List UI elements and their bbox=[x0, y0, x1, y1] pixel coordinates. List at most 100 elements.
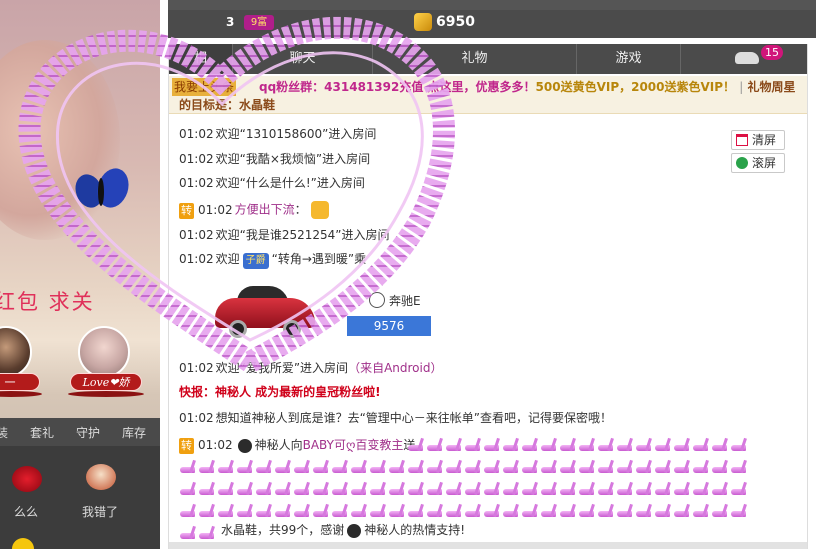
headline-tag[interactable]: 我要上头条 bbox=[172, 78, 237, 96]
crystal-shoe-icon bbox=[426, 480, 444, 498]
flash-news: 快报：神秘人 成为最新的皇冠粉丝啦! bbox=[179, 385, 381, 399]
butterfly-icon bbox=[70, 164, 134, 214]
kiss-gift-icon[interactable] bbox=[12, 466, 42, 492]
crystal-shoe-icon bbox=[350, 480, 368, 498]
crystal-shoe-icon bbox=[179, 502, 197, 520]
crystal-shoe-icon bbox=[369, 480, 387, 498]
crystal-shoe-icon bbox=[236, 480, 254, 498]
vip-promo-text: 500送黄色VIP，2000送紫色VIP！ bbox=[535, 80, 736, 94]
tab-inventory[interactable]: 库存 bbox=[122, 424, 146, 441]
crystal-shoe-icon bbox=[407, 480, 425, 498]
crystal-shoe-icon bbox=[369, 458, 387, 476]
crystal-shoe-icon bbox=[692, 480, 710, 498]
tab-guard[interactable]: 守护 bbox=[76, 424, 100, 441]
spy-icon bbox=[237, 438, 252, 453]
crystal-shoe-icon bbox=[350, 502, 368, 520]
user-name[interactable]: “1310158600” bbox=[240, 127, 329, 141]
crystal-shoe-icon bbox=[217, 458, 235, 476]
crystal-shoe-icon bbox=[179, 480, 197, 498]
crystal-shoe-icon bbox=[179, 458, 197, 476]
crystal-shoe-icon bbox=[198, 480, 216, 498]
crystal-shoe-icon bbox=[654, 480, 672, 498]
qq-group-text[interactable]: qq粉丝群：431481392充值 点这里，优惠多多！ bbox=[259, 80, 536, 94]
list-item: 转 01:02 神秘人向BABY可ღ百变教主送 bbox=[179, 438, 416, 454]
crystal-shoe-icon bbox=[578, 458, 596, 476]
left-tab-bar: 装 套礼 守护 库存 bbox=[0, 418, 160, 446]
avatar[interactable] bbox=[78, 326, 130, 378]
avatar[interactable] bbox=[0, 326, 32, 378]
check-icon bbox=[736, 157, 748, 169]
crystal-shoe-icon bbox=[312, 502, 330, 520]
user-name[interactable]: BABY可ღ百变教主 bbox=[303, 438, 404, 452]
user-name[interactable]: “我是谁2521254” bbox=[240, 228, 342, 242]
crystal-shoe-icon bbox=[483, 458, 501, 476]
user-name[interactable]: “什么是什么!” bbox=[240, 176, 317, 190]
crystal-shoe-icon bbox=[445, 502, 463, 520]
user-name[interactable]: “爱我所爱” bbox=[240, 361, 300, 375]
auto-scroll-button[interactable]: 滚屏 bbox=[731, 153, 785, 173]
crystal-shoe-icon bbox=[635, 480, 653, 498]
crystal-shoe-icon bbox=[597, 436, 615, 454]
crystal-shoe-icon bbox=[502, 436, 520, 454]
crystal-shoe-icon bbox=[673, 502, 691, 520]
crystal-shoe-icon bbox=[730, 480, 748, 498]
rank-score: 6950 bbox=[436, 14, 475, 30]
tab-car[interactable]: 15 bbox=[681, 44, 807, 74]
tab-chat[interactable]: 聊天 bbox=[233, 44, 373, 74]
coin-icon bbox=[414, 13, 432, 31]
clear-screen-label: 清屏 bbox=[752, 133, 777, 147]
clear-screen-button[interactable]: 清屏 bbox=[731, 130, 785, 150]
repost-tag: 转 bbox=[179, 438, 194, 454]
horizontal-scrollbar[interactable] bbox=[169, 542, 807, 549]
crystal-shoe-icon bbox=[407, 436, 425, 454]
crystal-shoe-icon bbox=[692, 502, 710, 520]
gift-summary: 水晶鞋，共99个，感谢 神秘人的热情支持! bbox=[221, 521, 465, 538]
crystal-shoe-icon bbox=[654, 502, 672, 520]
user-name[interactable]: “转角→遇到暖” bbox=[272, 252, 355, 266]
tab-gift-set[interactable]: 套礼 bbox=[30, 424, 54, 441]
tab-outfit[interactable]: 装 bbox=[0, 424, 8, 441]
crystal-shoe-icon bbox=[388, 480, 406, 498]
crystal-shoe-icon bbox=[198, 524, 216, 542]
smiley-icon[interactable] bbox=[12, 538, 34, 549]
crystal-shoe-icon bbox=[559, 502, 577, 520]
crystal-shoe-icon bbox=[464, 458, 482, 476]
crystal-shoe-icon bbox=[483, 436, 501, 454]
crystal-shoe-icon bbox=[255, 502, 273, 520]
announcement[interactable]: 我要上头条 qq粉丝群：431481392充值 点这里，优惠多多！500送黄色V… bbox=[169, 76, 807, 114]
crystal-shoe-icon bbox=[559, 480, 577, 498]
list-item: 01:02 欢迎“什么是什么!”进入房间 bbox=[179, 176, 365, 190]
crystal-shoe-icon bbox=[331, 502, 349, 520]
tab-gift[interactable]: 礼物 bbox=[373, 44, 577, 74]
msg-time: 01:02 bbox=[179, 361, 214, 375]
crystal-shoe-icon bbox=[179, 524, 197, 542]
crystal-shoe-icon bbox=[635, 436, 653, 454]
tab-game[interactable]: 游戏 bbox=[577, 44, 681, 74]
crystal-shoe-icon bbox=[616, 502, 634, 520]
car-count-badge: 15 bbox=[761, 45, 783, 60]
crystal-shoe-icon bbox=[331, 458, 349, 476]
crystal-shoe-icon bbox=[635, 502, 653, 520]
list-item: 01:02 欢迎 子爵 “转角→遇到暖”乘 bbox=[179, 251, 366, 269]
gift-label: 我错了 bbox=[82, 505, 119, 519]
anchor-name: Love❤娇 bbox=[70, 373, 142, 391]
crystal-shoe-icon bbox=[255, 480, 273, 498]
crystal-shoe-icon bbox=[483, 480, 501, 498]
auto-scroll-label: 滚屏 bbox=[752, 156, 777, 170]
tab-photo[interactable]: 相 bbox=[169, 44, 233, 74]
crystal-shoe-icon bbox=[654, 458, 672, 476]
user-name[interactable]: “我酷×我烦恼” bbox=[240, 152, 323, 166]
car-icon bbox=[735, 52, 759, 64]
summary-text: 水晶鞋，共99个，感谢 bbox=[221, 523, 345, 537]
source-label: （来自Android） bbox=[348, 361, 443, 375]
anchor-name: 一 bbox=[0, 373, 40, 391]
brand-logo-icon bbox=[369, 292, 385, 308]
crystal-shoe-icon bbox=[578, 502, 596, 520]
crystal-shoe-icon bbox=[502, 480, 520, 498]
user-name[interactable]: 方便出下流 bbox=[235, 203, 295, 217]
crystal-shoe-icon bbox=[578, 480, 596, 498]
crystal-shoe-icon bbox=[464, 502, 482, 520]
sorry-gift-icon[interactable] bbox=[86, 464, 116, 490]
name-plate bbox=[68, 391, 144, 397]
crystal-shoe-icon bbox=[730, 458, 748, 476]
